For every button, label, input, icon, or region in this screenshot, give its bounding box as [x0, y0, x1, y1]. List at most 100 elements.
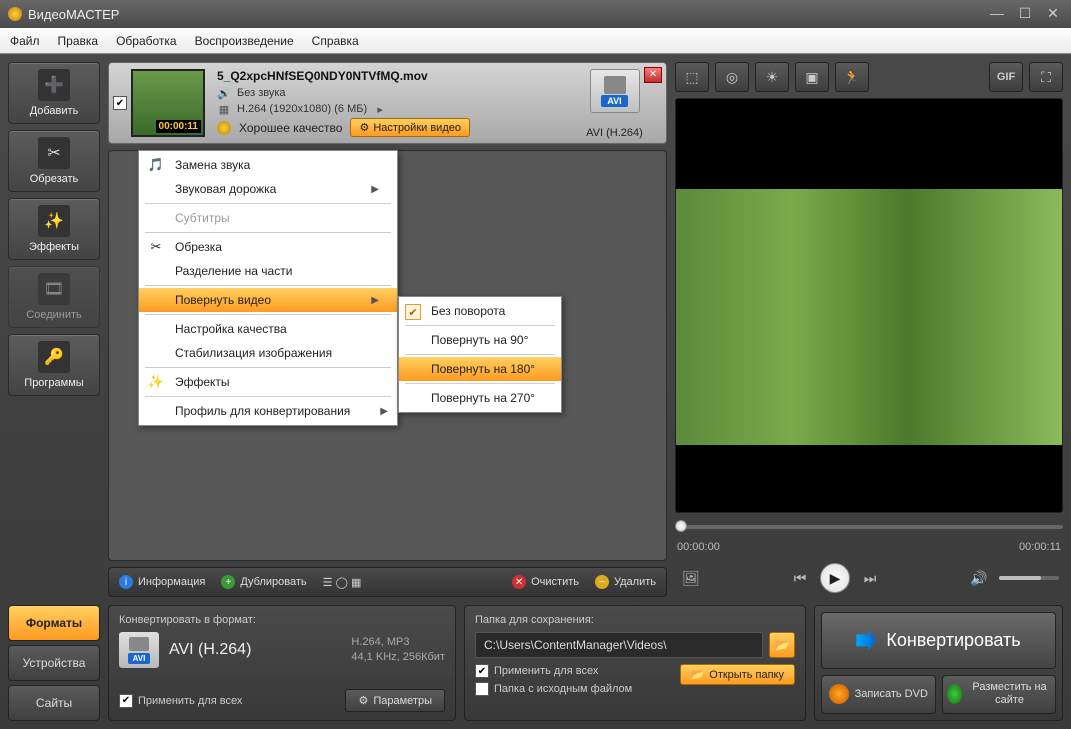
- menu-playback[interactable]: Воспроизведение: [195, 34, 294, 48]
- sidebar-programs[interactable]: 🔑Программы: [8, 334, 100, 396]
- burn-dvd-button[interactable]: Записать DVD: [821, 675, 936, 714]
- duplicate-button[interactable]: +Дублировать: [221, 575, 306, 589]
- volume-slider[interactable]: [999, 576, 1059, 580]
- rotate-none[interactable]: ✔Без поворота: [399, 299, 561, 323]
- menu-file[interactable]: Файл: [10, 34, 40, 48]
- tab-formats[interactable]: Форматы: [8, 605, 100, 641]
- menu-stabilize[interactable]: Стабилизация изображения: [139, 341, 397, 365]
- checkbox-icon: ✔: [475, 664, 489, 678]
- tab-devices[interactable]: Устройства: [8, 645, 100, 681]
- view-toggle[interactable]: ☰ ◯ ▦: [323, 576, 362, 589]
- audio-icon: 🔊: [217, 86, 231, 100]
- sidebar-effects[interactable]: ✨Эффекты: [8, 198, 100, 260]
- browse-folder-button[interactable]: 📂: [769, 632, 795, 658]
- save-path-input[interactable]: C:\Users\ContentManager\Videos\: [475, 632, 763, 658]
- checkbox-icon: ✔: [475, 682, 489, 696]
- file-name: 5_Q2xpcHNfSEQ0NDY0NTVfMQ.mov: [217, 69, 555, 83]
- prev-button[interactable]: ⏮: [788, 566, 812, 590]
- wand-icon: ✨: [38, 205, 70, 237]
- submenu-arrow-icon: ▶: [380, 406, 388, 417]
- menu-crop[interactable]: ✂Обрезка: [139, 235, 397, 259]
- upload-site-button[interactable]: Разместить на сайте: [942, 675, 1057, 714]
- menu-split[interactable]: Разделение на части: [139, 259, 397, 283]
- speed-tool[interactable]: 🏃: [835, 62, 869, 92]
- info-button[interactable]: iИнформация: [119, 575, 205, 589]
- rotate-90[interactable]: Повернуть на 90°: [399, 328, 561, 352]
- sidebar-add[interactable]: ➕Добавить: [8, 62, 100, 124]
- file-item[interactable]: ✔ 00:00:11 5_Q2xpcHNfSEQ0NDY0NTVfMQ.mov …: [108, 62, 667, 144]
- format-name[interactable]: AVI (H.264): [169, 641, 251, 659]
- menu-subtitles[interactable]: Субтитры: [139, 206, 397, 230]
- file-checkbox[interactable]: ✔: [113, 96, 127, 110]
- delete-button[interactable]: −Удалить: [595, 575, 656, 589]
- output-format-icon[interactable]: AVI: [590, 69, 640, 113]
- sidebar-join[interactable]: 🎞Соединить: [8, 266, 100, 328]
- frame-tool[interactable]: ▣: [795, 62, 829, 92]
- menu-audio-track[interactable]: Звуковая дорожка▶: [139, 177, 397, 201]
- gear-icon: ⚙: [358, 694, 368, 707]
- fullscreen-tool[interactable]: ⛶: [1029, 62, 1063, 92]
- disc-icon: [829, 684, 849, 704]
- check-icon: ✔: [405, 304, 421, 320]
- menu-effects[interactable]: ✨Эффекты: [139, 370, 397, 394]
- folder-apply-all[interactable]: ✔Применить для всех: [475, 664, 632, 678]
- video-settings-button[interactable]: ⚙Настройки видео: [350, 118, 470, 137]
- seek-handle[interactable]: [675, 520, 687, 532]
- menu-help[interactable]: Справка: [312, 34, 359, 48]
- file-codec: H.264 (1920x1080) (6 МБ): [237, 103, 367, 115]
- list-footer: iИнформация +Дублировать ☰ ◯ ▦ ✕Очистить…: [108, 567, 667, 597]
- open-folder-button[interactable]: 📂Открыть папку: [680, 664, 795, 685]
- preview-area[interactable]: [675, 98, 1063, 513]
- folder-icon: 📂: [691, 668, 705, 681]
- play-mini-icon[interactable]: ▸: [373, 102, 387, 116]
- seek-bar[interactable]: [675, 519, 1063, 535]
- scissors-icon: ✂: [38, 137, 70, 169]
- close-window-button[interactable]: ✕: [1043, 7, 1063, 21]
- format-icon[interactable]: AVI: [119, 632, 159, 668]
- action-box: Конвертировать Записать DVD Разместить н…: [814, 605, 1063, 721]
- key-icon: 🔑: [38, 341, 70, 373]
- titlebar: ВидеоМАСТЕР — ☐ ✕: [0, 0, 1071, 28]
- format-details: H.264, MP3 44,1 KHz, 256Кбит: [351, 635, 445, 666]
- submenu-arrow-icon: ▶: [371, 295, 379, 306]
- arrow-icon: [856, 630, 876, 650]
- file-thumbnail[interactable]: 00:00:11: [131, 69, 205, 137]
- clear-button[interactable]: ✕Очистить: [512, 575, 579, 589]
- minimize-button[interactable]: —: [987, 7, 1007, 21]
- camera-icon: [129, 637, 149, 651]
- tab-sites[interactable]: Сайты: [8, 685, 100, 721]
- menu-replace-audio[interactable]: 🎵Замена звука: [139, 153, 397, 177]
- file-duration: 00:00:11: [156, 120, 201, 133]
- snapshot-button[interactable]: 🖼: [679, 566, 703, 590]
- brightness-tool[interactable]: ☀: [755, 62, 789, 92]
- next-button[interactable]: ⏭: [858, 566, 882, 590]
- effects-icon: ✨: [147, 373, 165, 391]
- remove-file-button[interactable]: ✕: [644, 67, 662, 83]
- globe-icon: [947, 684, 963, 704]
- delete-icon: −: [595, 575, 609, 589]
- preview-tools: ⬚ ◎ ☀ ▣ 🏃 GIF ⛶: [675, 62, 1063, 92]
- maximize-button[interactable]: ☐: [1015, 7, 1035, 21]
- menu-edit[interactable]: Правка: [58, 34, 99, 48]
- menu-rotate[interactable]: Повернуть видео▶: [139, 288, 397, 312]
- menu-quality[interactable]: Настройка качества: [139, 317, 397, 341]
- video-settings-menu: 🎵Замена звука Звуковая дорожка▶ Субтитры…: [138, 150, 398, 426]
- enhance-tool[interactable]: ◎: [715, 62, 749, 92]
- params-button[interactable]: ⚙Параметры: [345, 689, 445, 712]
- sidebar-cut[interactable]: ✂Обрезать: [8, 130, 100, 192]
- camera-icon: [604, 76, 626, 94]
- folder-same-source[interactable]: ✔Папка с исходным файлом: [475, 682, 632, 696]
- music-icon: 🎵: [147, 156, 165, 174]
- menu-processing[interactable]: Обработка: [116, 34, 177, 48]
- rotate-270[interactable]: Повернуть на 270°: [399, 386, 561, 410]
- format-apply-all[interactable]: ✔Применить для всех: [119, 694, 242, 708]
- play-button[interactable]: ▶: [820, 563, 850, 593]
- add-icon: ➕: [38, 69, 70, 101]
- gif-tool[interactable]: GIF: [989, 62, 1023, 92]
- crop-tool[interactable]: ⬚: [675, 62, 709, 92]
- volume-icon[interactable]: 🔊: [967, 566, 991, 590]
- submenu-arrow-icon: ▶: [371, 184, 379, 195]
- rotate-180[interactable]: Повернуть на 180°: [399, 357, 561, 381]
- menu-profile[interactable]: Профиль для конвертирования▶: [139, 399, 397, 423]
- convert-button[interactable]: Конвертировать: [821, 612, 1056, 669]
